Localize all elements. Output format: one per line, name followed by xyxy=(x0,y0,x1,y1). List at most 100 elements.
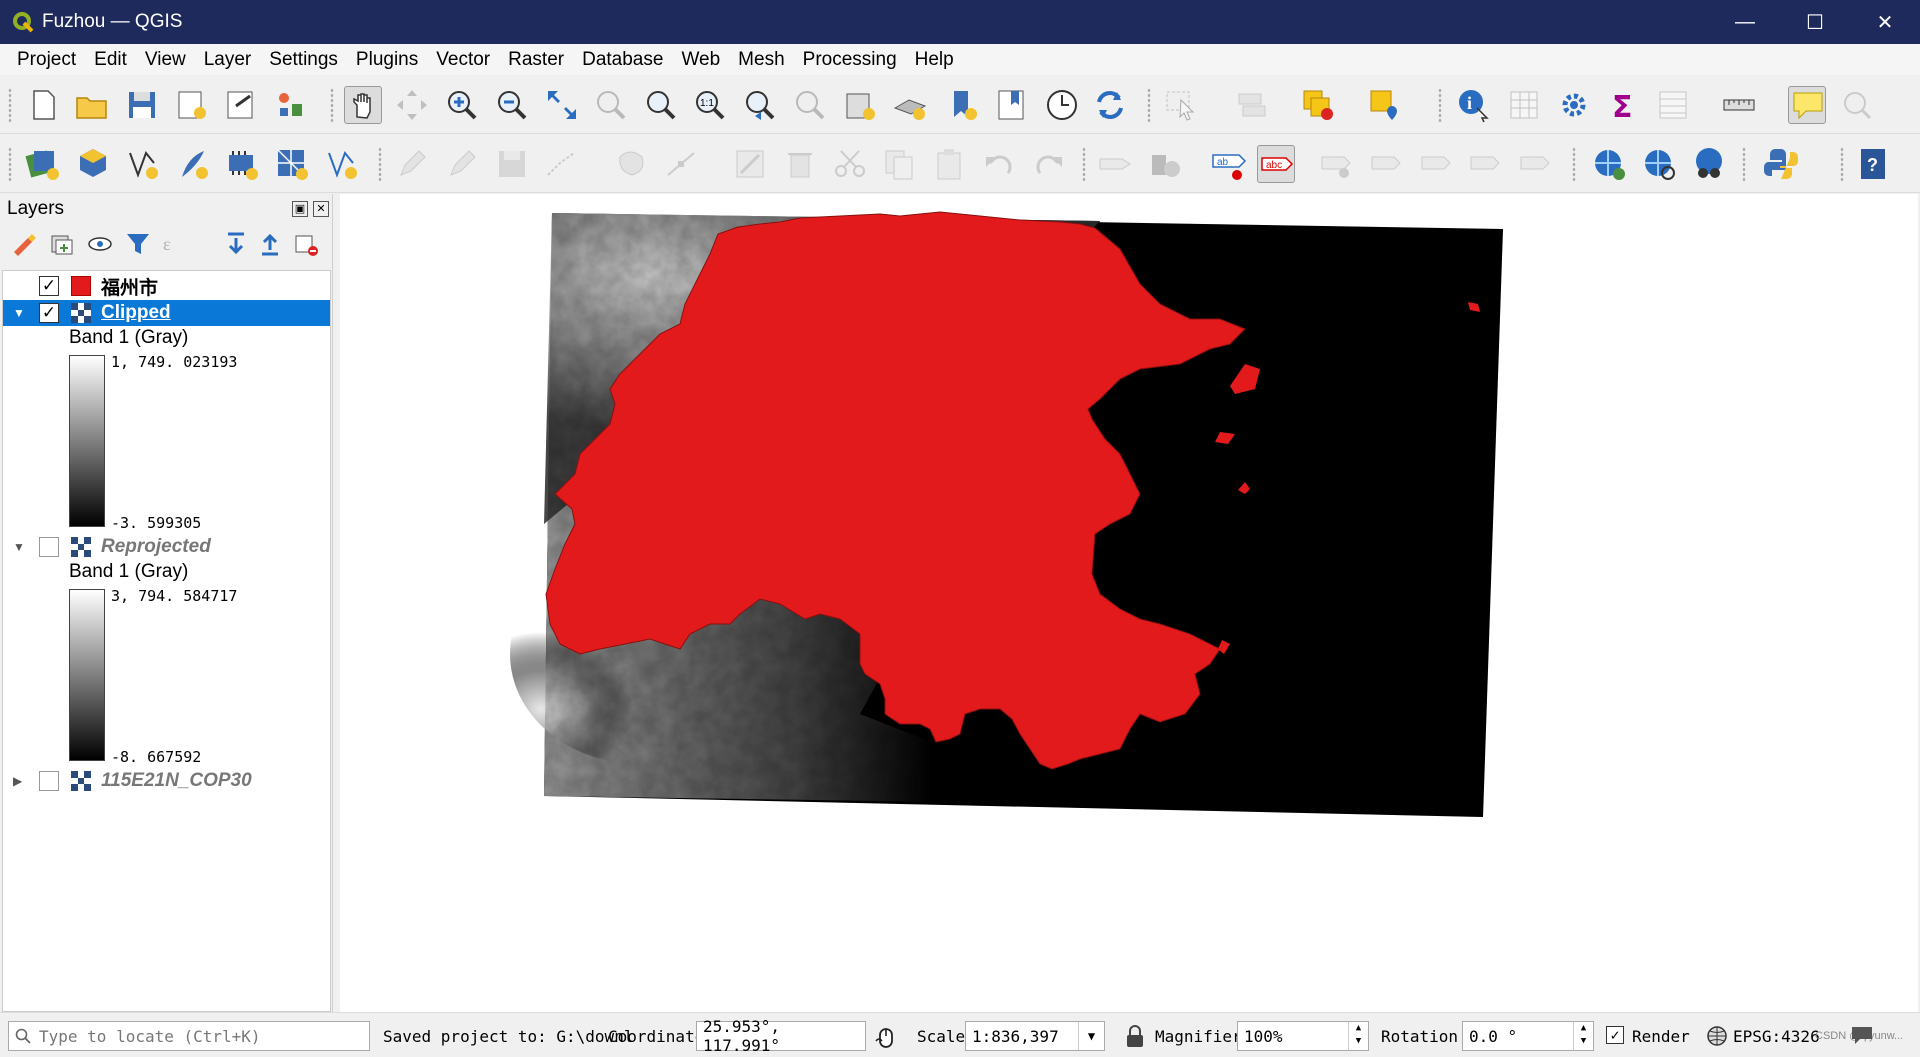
new-project-icon[interactable] xyxy=(24,86,62,124)
metasearch-icon[interactable] xyxy=(1690,145,1728,183)
layer-row-fuzhou[interactable]: ✓ 福州市 xyxy=(3,273,330,299)
pin-labels-icon[interactable] xyxy=(1318,145,1356,183)
menu-database[interactable]: Database xyxy=(573,49,672,71)
layer-labeling-options-icon[interactable]: ab xyxy=(1209,145,1247,183)
save-layer-edits-icon[interactable] xyxy=(493,145,531,183)
filter-by-expression-icon[interactable]: ε xyxy=(160,230,188,258)
render-checkbox[interactable]: ✓ xyxy=(1606,1026,1624,1044)
vertex-tool-icon[interactable] xyxy=(662,145,700,183)
remove-layer-icon[interactable] xyxy=(292,230,320,258)
menu-raster[interactable]: Raster xyxy=(499,49,573,71)
close-button[interactable]: ✕ xyxy=(1850,0,1920,44)
coordinate-field[interactable]: 25.953°, 117.991° xyxy=(696,1017,866,1055)
messages-icon[interactable] xyxy=(1850,1024,1874,1046)
panel-close-button[interactable]: ✕ xyxy=(313,201,329,217)
attribute-table-icon[interactable] xyxy=(1505,86,1543,124)
zoom-in-icon[interactable] xyxy=(443,86,481,124)
add-polygon-feature-icon[interactable] xyxy=(612,145,650,183)
zoom-to-layer-icon[interactable] xyxy=(642,86,680,124)
filter-legend-icon[interactable] xyxy=(124,230,152,258)
map-render[interactable] xyxy=(340,194,1918,1012)
temporal-controller-icon[interactable] xyxy=(1043,86,1081,124)
expand-all-icon[interactable] xyxy=(222,230,250,258)
menu-project[interactable]: Project xyxy=(8,49,85,71)
menu-layer[interactable]: Layer xyxy=(195,49,261,71)
open-table-icon[interactable] xyxy=(1654,86,1692,124)
zoom-next-icon[interactable] xyxy=(791,86,829,124)
new-temporary-scratch-layer-icon[interactable] xyxy=(323,145,361,183)
move-label-icon[interactable] xyxy=(1418,145,1456,183)
layer-row-reprojected[interactable]: ▼ Reprojected xyxy=(3,534,330,560)
undo-icon[interactable] xyxy=(980,145,1018,183)
expand-chevron-icon[interactable]: ▼ xyxy=(13,540,25,554)
minimize-button[interactable]: — xyxy=(1710,0,1780,44)
scale-dropdown-chevron-icon[interactable]: ▼ xyxy=(1078,1022,1104,1050)
delete-selected-icon[interactable] xyxy=(781,145,819,183)
zoom-last-icon[interactable] xyxy=(741,86,779,124)
menu-vector[interactable]: Vector xyxy=(427,49,499,71)
style-manager-icon[interactable] xyxy=(272,86,310,124)
deselect-all-layers-icon[interactable] xyxy=(1299,86,1337,124)
layer-row-cop30[interactable]: ▶ 115E21N_COP30 xyxy=(3,768,330,794)
zoom-to-selection-icon[interactable] xyxy=(592,86,630,124)
new-mesh-layer-icon[interactable] xyxy=(273,145,311,183)
label-tool-icon[interactable] xyxy=(1096,145,1134,183)
manage-map-themes-icon[interactable] xyxy=(86,230,114,258)
menu-help[interactable]: Help xyxy=(906,49,963,71)
deselect-icon[interactable] xyxy=(1233,86,1271,124)
magnifier-spinner-icon[interactable]: ▲ ▼ xyxy=(1348,1022,1368,1050)
current-edits-icon[interactable] xyxy=(393,145,431,183)
paste-features-icon[interactable] xyxy=(930,145,968,183)
collapse-all-icon[interactable] xyxy=(256,230,284,258)
layer-row-clipped[interactable]: ▼ ✓ Clipped xyxy=(3,300,330,326)
menu-plugins[interactable]: Plugins xyxy=(347,49,427,71)
identify-features-icon[interactable]: i xyxy=(1455,86,1493,124)
zoom-out-icon[interactable] xyxy=(493,86,531,124)
zoom-native-icon[interactable]: 1:1 xyxy=(691,86,729,124)
change-label-icon[interactable] xyxy=(1517,145,1555,183)
settings-gear-icon[interactable] xyxy=(1555,86,1593,124)
toggle-editing-icon[interactable] xyxy=(443,145,481,183)
layout-manager-icon[interactable] xyxy=(222,86,260,124)
map-tips-icon[interactable] xyxy=(1788,86,1826,124)
map-canvas[interactable] xyxy=(340,194,1918,1012)
pan-map-icon[interactable] xyxy=(344,86,382,124)
refresh-icon[interactable] xyxy=(1091,86,1129,124)
rotation-spinner-icon[interactable]: ▲ ▼ xyxy=(1573,1022,1593,1050)
add-wms-layer-icon[interactable] xyxy=(1590,145,1628,183)
show-bookmarks-icon[interactable] xyxy=(993,86,1031,124)
new-3d-map-view-icon[interactable] xyxy=(891,86,929,124)
select-features-icon[interactable] xyxy=(1163,86,1201,124)
crs-label[interactable]: EPSG:4326 xyxy=(1733,1021,1820,1051)
copy-features-icon[interactable] xyxy=(880,145,918,183)
redo-icon[interactable] xyxy=(1030,145,1068,183)
add-wfs-layer-icon[interactable] xyxy=(1640,145,1678,183)
expand-chevron-icon[interactable]: ▼ xyxy=(13,306,25,320)
lock-scale-icon[interactable] xyxy=(1124,1024,1146,1048)
highlight-pinned-labels-icon[interactable]: abc xyxy=(1257,145,1295,183)
pan-to-selection-icon[interactable] xyxy=(393,86,431,124)
python-console-icon[interactable] xyxy=(1762,145,1800,183)
new-geopackage-layer-icon[interactable] xyxy=(74,145,112,183)
magnifier-field[interactable]: 100% ▲ ▼ xyxy=(1237,1021,1369,1051)
new-shapefile-layer-icon[interactable] xyxy=(124,145,162,183)
cut-features-icon[interactable] xyxy=(831,145,869,183)
new-map-view-icon[interactable] xyxy=(841,86,879,124)
statistics-sigma-icon[interactable]: Σ xyxy=(1604,86,1642,125)
crs-globe-icon[interactable] xyxy=(1706,1025,1728,1047)
locator-settings-icon[interactable] xyxy=(1838,86,1876,124)
select-by-location-icon[interactable] xyxy=(1366,86,1404,124)
locator-search-input[interactable]: Type to locate (Ctrl+K) xyxy=(8,1021,370,1051)
zoom-full-icon[interactable] xyxy=(543,86,581,124)
layer-visibility-checkbox[interactable] xyxy=(39,771,59,791)
new-spatialite-layer-icon[interactable] xyxy=(174,145,212,183)
rotation-field[interactable]: 0.0 ° ▲ ▼ xyxy=(1462,1021,1594,1051)
new-bookmark-icon[interactable] xyxy=(944,86,982,124)
menu-view[interactable]: View xyxy=(136,49,195,71)
scale-field[interactable]: 1:836,397 ▼ xyxy=(965,1021,1105,1051)
modify-attributes-icon[interactable] xyxy=(731,145,769,183)
expand-chevron-icon[interactable]: ▶ xyxy=(13,774,22,788)
layer-visibility-checkbox[interactable]: ✓ xyxy=(39,276,59,296)
show-hide-labels-icon[interactable] xyxy=(1368,145,1406,183)
new-print-layout-icon[interactable] xyxy=(173,86,211,124)
